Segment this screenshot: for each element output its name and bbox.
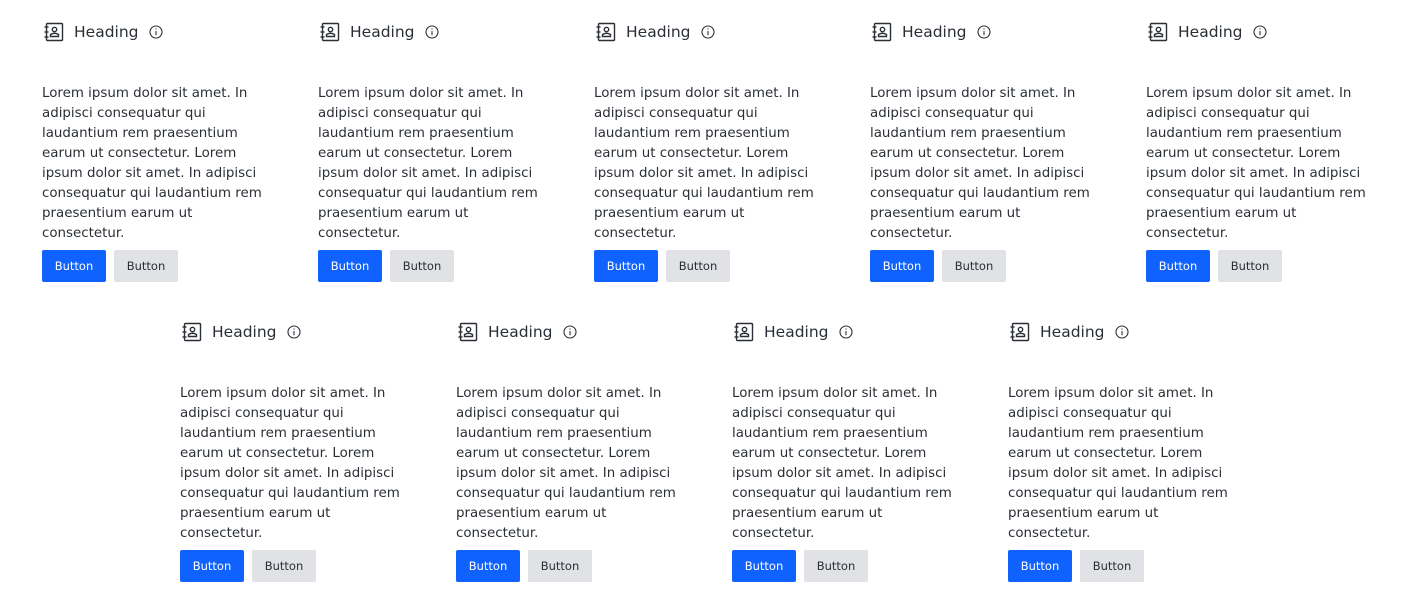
- card-heading: Heading: [1040, 323, 1105, 341]
- info-icon[interactable]: [838, 325, 853, 339]
- secondary-button[interactable]: Button: [252, 550, 316, 582]
- card-heading: Heading: [74, 23, 139, 41]
- card-actions: Button Button: [594, 250, 730, 282]
- card-actions: Button Button: [1146, 250, 1282, 282]
- card-actions: Button Button: [1008, 550, 1144, 582]
- primary-button[interactable]: Button: [42, 250, 106, 282]
- primary-button[interactable]: Button: [870, 250, 934, 282]
- card-body-text: Lorem ipsum dolor sit amet. In adipisci …: [732, 386, 952, 541]
- address-book-icon: [870, 20, 894, 44]
- primary-button[interactable]: Button: [456, 550, 520, 582]
- card-heading: Heading: [626, 23, 691, 41]
- address-book-icon: [1008, 320, 1032, 344]
- address-book-icon: [180, 320, 204, 344]
- card-header: Heading: [456, 318, 577, 346]
- secondary-button[interactable]: Button: [804, 550, 868, 582]
- secondary-button[interactable]: Button: [1080, 550, 1144, 582]
- address-book-icon: [732, 320, 756, 344]
- secondary-button[interactable]: Button: [1218, 250, 1282, 282]
- card-header: Heading: [180, 318, 301, 346]
- address-book-icon: [42, 20, 66, 44]
- secondary-button[interactable]: Button: [942, 250, 1006, 282]
- secondary-button[interactable]: Button: [114, 250, 178, 282]
- card-body-text: Lorem ipsum dolor sit amet. In adipisci …: [318, 86, 538, 241]
- card-heading: Heading: [488, 323, 553, 341]
- card-actions: Button Button: [456, 550, 592, 582]
- card-heading: Heading: [350, 23, 415, 41]
- card-actions: Button Button: [318, 250, 454, 282]
- card-body-text: Lorem ipsum dolor sit amet. In adipisci …: [594, 86, 814, 241]
- primary-button[interactable]: Button: [180, 550, 244, 582]
- secondary-button[interactable]: Button: [666, 250, 730, 282]
- info-icon[interactable]: [148, 25, 163, 39]
- info-icon[interactable]: [562, 325, 577, 339]
- address-book-icon: [594, 20, 618, 44]
- primary-button[interactable]: Button: [732, 550, 796, 582]
- primary-button[interactable]: Button: [318, 250, 382, 282]
- address-book-icon: [1146, 20, 1170, 44]
- card-actions: Button Button: [180, 550, 316, 582]
- card-body-text: Lorem ipsum dolor sit amet. In adipisci …: [1008, 386, 1228, 541]
- card-header: Heading: [318, 18, 439, 46]
- primary-button[interactable]: Button: [1146, 250, 1210, 282]
- card-heading: Heading: [212, 323, 277, 341]
- info-icon[interactable]: [976, 25, 991, 39]
- address-book-icon: [456, 320, 480, 344]
- card-header: Heading: [870, 18, 991, 46]
- card-actions: Button Button: [42, 250, 178, 282]
- info-icon[interactable]: [1252, 25, 1267, 39]
- info-icon[interactable]: [286, 325, 301, 339]
- card-header: Heading: [732, 318, 853, 346]
- secondary-button[interactable]: Button: [390, 250, 454, 282]
- card-header: Heading: [1146, 18, 1267, 46]
- info-icon[interactable]: [424, 25, 439, 39]
- info-icon[interactable]: [1114, 325, 1129, 339]
- secondary-button[interactable]: Button: [528, 550, 592, 582]
- card-grid: Heading Lorem ipsum dolor sit amet. In a…: [0, 0, 1408, 600]
- card-body-text: Lorem ipsum dolor sit amet. In adipisci …: [180, 386, 400, 541]
- card-body-text: Lorem ipsum dolor sit amet. In adipisci …: [42, 86, 262, 241]
- card-actions: Button Button: [732, 550, 868, 582]
- primary-button[interactable]: Button: [594, 250, 658, 282]
- info-icon[interactable]: [700, 25, 715, 39]
- address-book-icon: [318, 20, 342, 44]
- primary-button[interactable]: Button: [1008, 550, 1072, 582]
- card-header: Heading: [42, 18, 163, 46]
- card-heading: Heading: [902, 23, 967, 41]
- card-header: Heading: [1008, 318, 1129, 346]
- card-heading: Heading: [1178, 23, 1243, 41]
- card-body-text: Lorem ipsum dolor sit amet. In adipisci …: [456, 386, 676, 541]
- card-header: Heading: [594, 18, 715, 46]
- card-actions: Button Button: [870, 250, 1006, 282]
- card-body-text: Lorem ipsum dolor sit amet. In adipisci …: [1146, 86, 1366, 241]
- card-heading: Heading: [764, 323, 829, 341]
- card-body-text: Lorem ipsum dolor sit amet. In adipisci …: [870, 86, 1090, 241]
